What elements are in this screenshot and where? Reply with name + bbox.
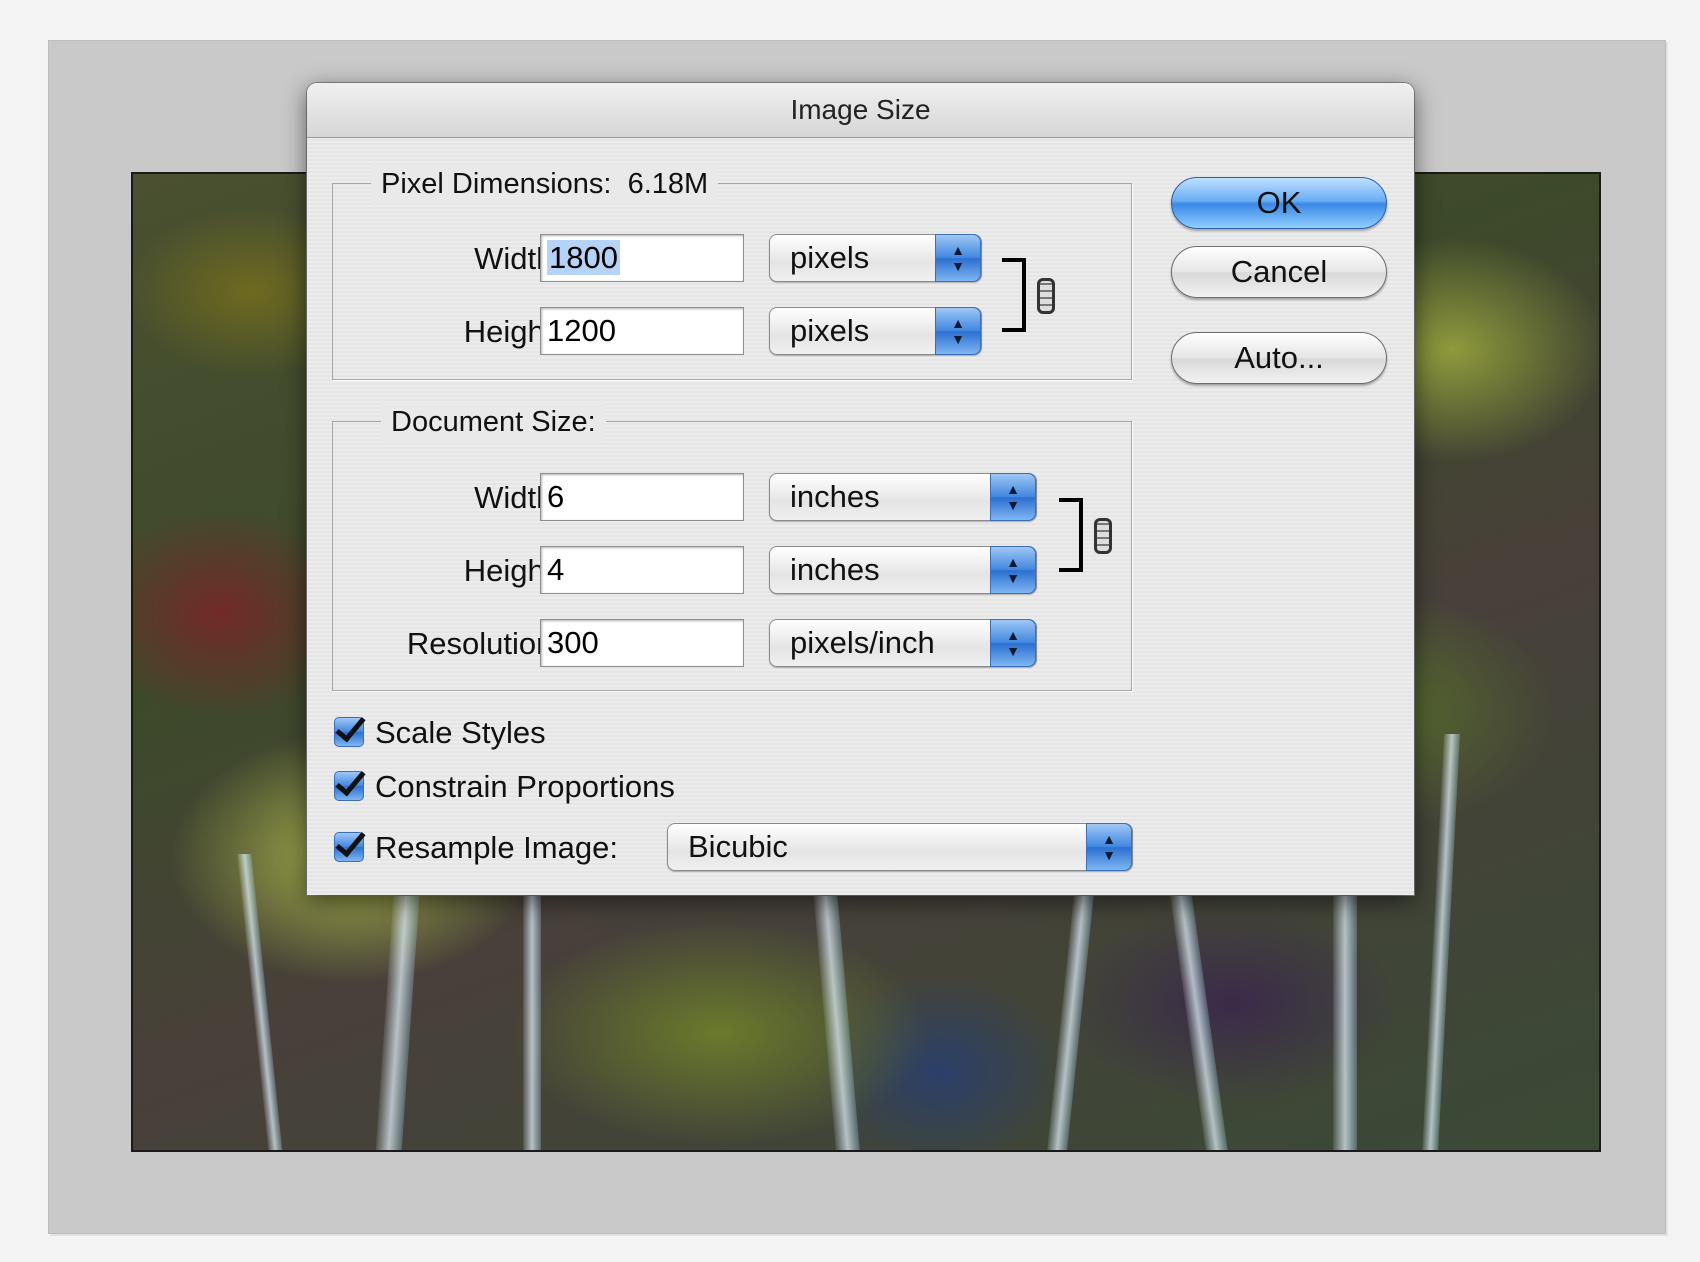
scale-styles-checkbox[interactable] bbox=[334, 717, 364, 747]
pixel-width-unit-popup[interactable]: pixels ▲ ▼ bbox=[769, 234, 982, 282]
up-down-arrows-icon: ▲ ▼ bbox=[990, 619, 1036, 667]
scale-styles-label: Scale Styles bbox=[375, 715, 546, 750]
constrain-proportions-checkbox[interactable] bbox=[334, 771, 364, 801]
up-down-arrows-icon: ▲ ▼ bbox=[990, 473, 1036, 521]
resample-image-label: Resample Image: bbox=[375, 830, 618, 865]
doc-height-label: Height: bbox=[463, 553, 562, 588]
document-size-legend: Document Size: bbox=[381, 402, 606, 442]
auto-button[interactable]: Auto... bbox=[1171, 332, 1387, 384]
constrain-proportions-label: Constrain Proportions bbox=[375, 769, 675, 804]
pixel-height-unit-popup[interactable]: pixels ▲ ▼ bbox=[769, 307, 982, 355]
up-down-arrows-icon: ▲ ▼ bbox=[990, 546, 1036, 594]
doc-width-label: Width: bbox=[474, 480, 562, 515]
resolution-unit-popup[interactable]: pixels/inch ▲ ▼ bbox=[769, 619, 1037, 667]
dialog-title: Image Size bbox=[307, 83, 1414, 138]
pixel-height-label: Height: bbox=[463, 314, 562, 349]
doc-width-unit-popup[interactable]: inches ▲ ▼ bbox=[769, 473, 1037, 521]
resample-method-popup[interactable]: Bicubic ▲ ▼ bbox=[667, 823, 1133, 871]
pixel-dimensions-size: 6.18M bbox=[627, 168, 709, 200]
resample-image-checkbox[interactable] bbox=[334, 832, 364, 862]
ok-button[interactable]: OK bbox=[1171, 177, 1387, 229]
doc-width-field[interactable]: 6 bbox=[540, 473, 744, 521]
pixel-dimensions-legend: Pixel Dimensions: 6.18M bbox=[371, 164, 719, 204]
pixel-width-field[interactable]: 1800 bbox=[540, 234, 744, 282]
up-down-arrows-icon: ▲ ▼ bbox=[935, 234, 981, 282]
constrain-bracket bbox=[1059, 498, 1083, 572]
resolution-label: Resolution: bbox=[406, 626, 562, 661]
resolution-field[interactable]: 300 bbox=[540, 619, 744, 667]
image-size-dialog: Image Size Pixel Dimensions: 6.18M Width… bbox=[307, 83, 1414, 895]
pixel-width-label: Width: bbox=[474, 241, 562, 276]
doc-height-field[interactable]: 4 bbox=[540, 546, 744, 594]
doc-height-unit-popup[interactable]: inches ▲ ▼ bbox=[769, 546, 1037, 594]
chain-link-icon bbox=[1094, 518, 1112, 554]
pixel-height-field[interactable]: 1200 bbox=[540, 307, 744, 355]
up-down-arrows-icon: ▲ ▼ bbox=[935, 307, 981, 355]
cancel-button[interactable]: Cancel bbox=[1171, 246, 1387, 298]
up-down-arrows-icon: ▲ ▼ bbox=[1086, 823, 1132, 871]
chain-link-icon bbox=[1037, 278, 1055, 314]
constrain-bracket bbox=[1002, 258, 1026, 332]
